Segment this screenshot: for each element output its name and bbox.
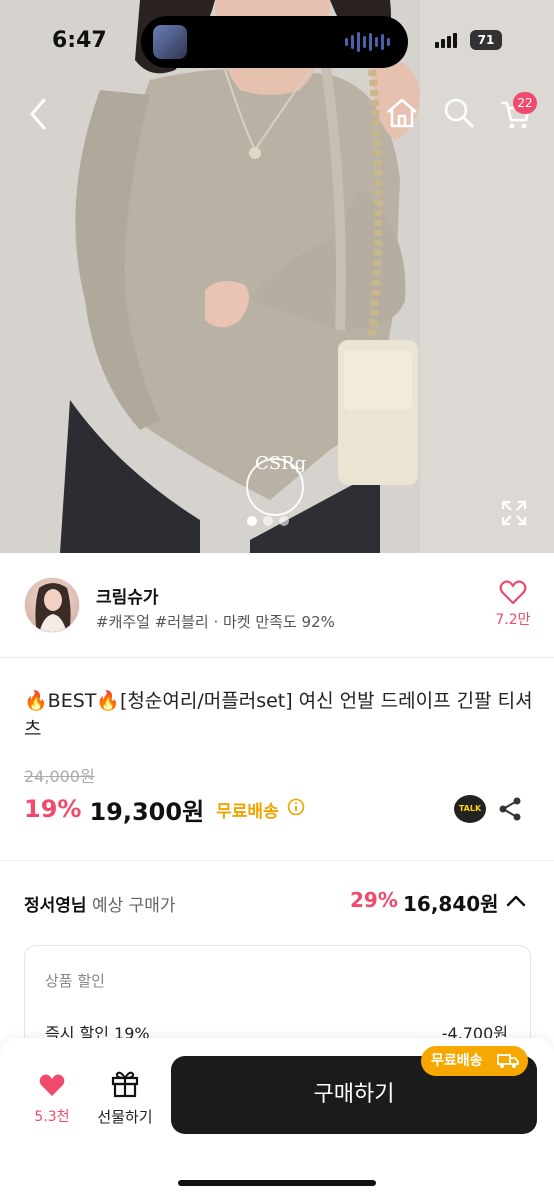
watermark-text: CSRg [255, 453, 307, 474]
slide-dot [263, 516, 273, 526]
seller-name[interactable]: 크림슈가 [96, 583, 159, 608]
wishlist-count: 5.3천 [34, 1109, 70, 1125]
free-shipping-badge: 무료배송 [421, 1046, 528, 1076]
gift-button[interactable]: 선물하기 [90, 1068, 160, 1127]
status-bar: 6:47 71 [0, 0, 554, 86]
status-time: 6:47 [52, 28, 107, 53]
bottom-action-bar: 5.3천 선물하기 구매하기 무료배송 [0, 1038, 554, 1200]
home-icon[interactable] [384, 96, 420, 134]
truck-icon [497, 1054, 519, 1068]
share-icon[interactable] [497, 796, 523, 826]
back-icon[interactable] [24, 96, 54, 136]
seller-section[interactable]: 크림슈가 #캐주얼 #러블리 · 마켓 만족도 92% 7.2만 [0, 553, 554, 658]
audio-wave-icon [345, 32, 390, 52]
cart-count-badge: 22 [513, 92, 537, 114]
watermark: CSRg [255, 455, 306, 473]
expand-icon[interactable] [500, 499, 528, 531]
info-icon[interactable] [287, 798, 305, 820]
gift-label: 선물하기 [97, 1108, 153, 1126]
free-shipping-label: 무료배송 [216, 801, 279, 822]
signal-icon [435, 32, 457, 48]
heart-outline-icon [499, 580, 527, 605]
collapse-chevron-icon[interactable] [505, 893, 527, 913]
kakao-talk-icon[interactable]: TALK [454, 795, 486, 823]
home-indicator[interactable] [178, 1180, 376, 1186]
section-divider [0, 860, 554, 861]
breakdown-title: 상품 할인 [45, 972, 105, 990]
free-shipping-badge-text: 무료배송 [431, 1053, 483, 1069]
gift-icon [111, 1071, 139, 1098]
slide-indicator [247, 516, 289, 526]
expected-price-label[interactable]: 정서영님 예상 구매가 [24, 891, 176, 916]
original-price: 24,000원 [24, 767, 95, 786]
expected-price: 16,840원 [403, 892, 499, 916]
heart-filled-icon [39, 1074, 65, 1096]
discount-rate: 19% [24, 795, 82, 823]
slide-dot [279, 516, 289, 526]
seller-tags: #캐주얼 #러블리 · 마켓 만족도 92% [96, 613, 335, 631]
dynamic-island[interactable] [141, 16, 408, 68]
sale-price: 19,300원 [89, 797, 205, 826]
search-icon[interactable] [443, 96, 475, 134]
seller-like-count: 7.2만 [495, 612, 531, 628]
product-title: 🔥BEST🔥[청순여리/머플러set] 여신 언발 드레이프 긴팔 티셔츠 [24, 690, 533, 740]
product-image[interactable]: CSRg 6:47 71 22 [0, 0, 554, 553]
expected-price-caption: 예상 구매가 [91, 896, 176, 916]
seller-avatar[interactable] [24, 577, 80, 633]
seller-like-button[interactable] [499, 579, 527, 609]
price-row: 19% 19,300원 무료배송 [24, 792, 305, 826]
wishlist-button[interactable]: 5.3천 [24, 1072, 80, 1126]
now-playing-artwork [153, 25, 187, 59]
slide-dot [247, 516, 257, 526]
member-name: 정서영님 [24, 896, 87, 916]
battery-icon: 71 [470, 30, 502, 50]
expected-discount-rate: 29% [350, 888, 398, 912]
